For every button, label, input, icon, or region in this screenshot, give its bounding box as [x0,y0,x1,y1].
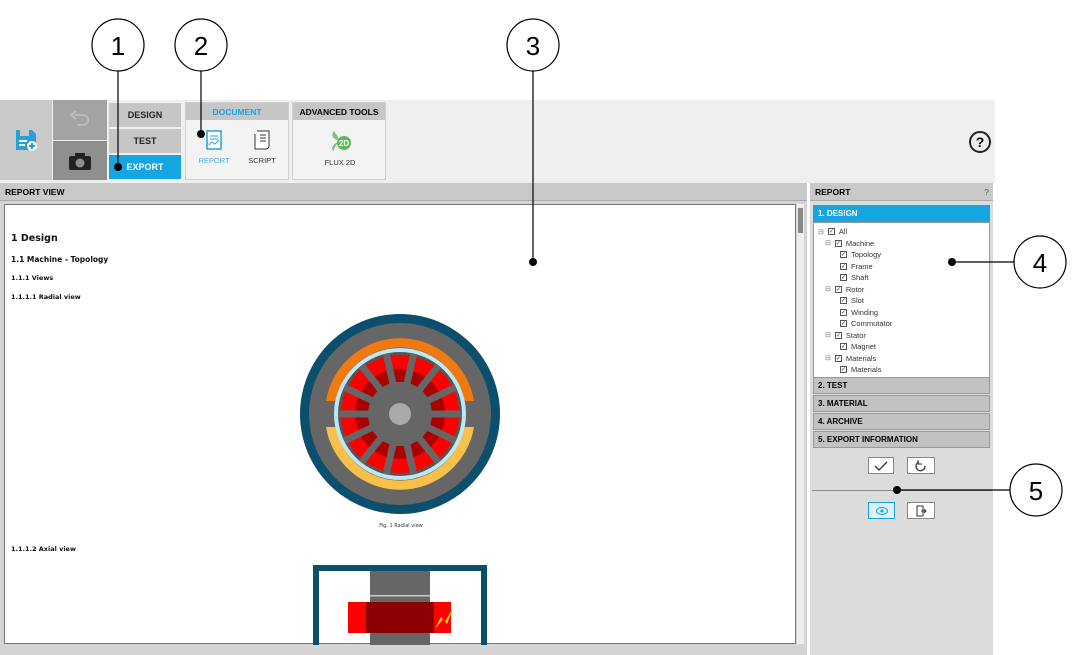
callouts: 1 2 3 4 5 [91,18,1067,517]
callout-4: 4 [1033,248,1047,278]
callout-3: 3 [526,31,540,61]
callout-2: 2 [194,31,208,61]
callout-1: 1 [111,31,125,61]
callout-5: 5 [1029,476,1043,506]
